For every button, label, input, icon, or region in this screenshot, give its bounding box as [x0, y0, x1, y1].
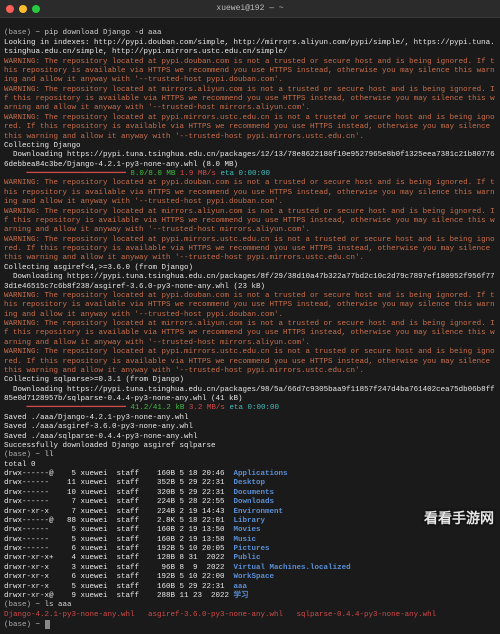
- titlebar: xuewei@192 — ~: [0, 0, 500, 18]
- progress-bar-sqlparse: ━━━━━━━━━━━━━━━━━━━━━━ 41.2/41.2 kB 3.2 …: [4, 404, 279, 412]
- progress-bar-django: ━━━━━━━━━━━━━━━━━━━━━━ 8.0/8.0 MB 1.9 MB…: [4, 170, 270, 178]
- pip-saved-asgiref: Saved ./aaa/asgiref-3.6.0-py3-none-any.w…: [4, 423, 193, 431]
- pip-saved-django: Saved ./aaa/Django-4.2.1-py3-none-any.wh…: [4, 414, 189, 422]
- pip-download-django-url: Downloading https://pypi.tuna.tsinghua.e…: [4, 151, 495, 168]
- cursor: [45, 620, 50, 629]
- pip-looking-indexes: Looking in indexes: http://pypi.douban.c…: [4, 39, 495, 56]
- prompt-base-2: (base): [4, 451, 36, 459]
- prompt-tilde: ~: [36, 621, 45, 629]
- pip-download-sqlparse-url: Downloading https://pypi.tuna.tsinghua.e…: [4, 386, 495, 403]
- pip-warning-ustc-3: WARNING: The repository located at pypi.…: [4, 348, 495, 375]
- command-ll: ~ ll: [36, 451, 54, 459]
- pip-warning-aliyun-1: WARNING: The repository located at mirro…: [4, 86, 495, 113]
- pip-warning-ustc-2: WARNING: The repository located at pypi.…: [4, 236, 495, 263]
- pip-download-asgiref-url: Downloading https://pypi.tuna.tsinghua.e…: [4, 273, 495, 290]
- pip-collecting-django: Collecting Django: [4, 142, 81, 150]
- pip-success: Successfully downloaded Django asgiref s…: [4, 442, 216, 450]
- pip-saved-sqlparse: Saved ./aaa/sqlparse-0.4.4-py3-none-any.…: [4, 433, 198, 441]
- pip-warning-douban-3: WARNING: The repository located at pypi.…: [4, 292, 495, 319]
- pip-collecting-asgiref: Collecting asgiref<4,>=3.6.0 (from Djang…: [4, 264, 193, 272]
- ll-listing: drwx------@ 5 xuewei staff 160B 5 18 20:…: [4, 470, 496, 601]
- pip-warning-aliyun-3: WARNING: The repository located at mirro…: [4, 320, 495, 347]
- prompt-base-4: (base): [4, 621, 36, 629]
- terminal-output[interactable]: (base) ~ pip download Django -d aaa Look…: [0, 18, 500, 634]
- ll-total: total 0: [4, 461, 36, 469]
- pip-warning-douban-2: WARNING: The repository located at pypi.…: [4, 179, 495, 206]
- window-title: xuewei@192 — ~: [0, 4, 500, 14]
- command-pip-download: ~ pip download Django -d aaa: [36, 29, 162, 37]
- command-ls-aaa: ~ ls aaa: [36, 601, 72, 609]
- pip-warning-ustc-1: WARNING: The repository located at pypi.…: [4, 114, 495, 141]
- pip-warning-douban-1: WARNING: The repository located at pypi.…: [4, 58, 495, 85]
- watermark: 看看手游网: [424, 510, 494, 528]
- pip-collecting-sqlparse: Collecting sqlparse>=0.3.1 (from Django): [4, 376, 184, 384]
- ls-aaa-output: Django-4.2.1-py3-none-any.whl asgiref-3.…: [4, 611, 436, 619]
- pip-warning-aliyun-2: WARNING: The repository located at mirro…: [4, 208, 495, 235]
- prompt-base: (base): [4, 29, 36, 37]
- prompt-base-3: (base): [4, 601, 36, 609]
